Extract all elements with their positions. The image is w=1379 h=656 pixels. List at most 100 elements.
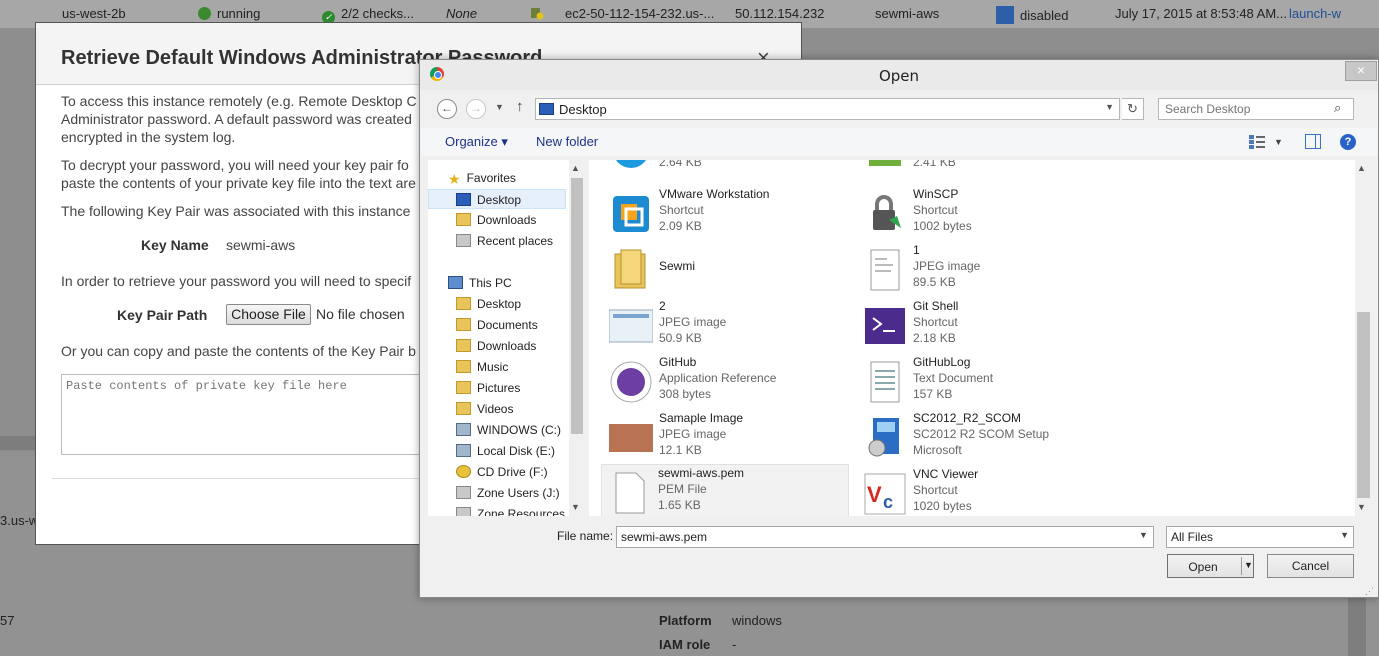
- file-item[interactable]: 2.41 KB: [857, 160, 1105, 176]
- preview-pane-icon[interactable]: [1305, 134, 1321, 149]
- desktop-icon: [456, 297, 471, 310]
- ip-cell: 50.112.154.232: [735, 6, 825, 21]
- chevron-down-icon[interactable]: ▼: [1105, 102, 1114, 112]
- address-bar[interactable]: Desktop ▼: [535, 98, 1120, 120]
- nav-item-desktop-pc[interactable]: Desktop: [456, 294, 521, 314]
- up-arrow-icon[interactable]: ↑: [516, 98, 524, 115]
- nav-item-zone-users-j[interactable]: Zone Users (J:): [456, 483, 560, 503]
- no-file-text: No file chosen: [316, 306, 405, 322]
- key-cell: sewmi-aws: [875, 6, 940, 21]
- open-file-dialog: Open × ← → ▼ ↑ Desktop ▼ ↻ ⌕ Organize ▾ …: [419, 59, 1379, 598]
- file-item-2[interactable]: 2 JPEG image 50.9 KB: [603, 298, 851, 352]
- navigation-pane[interactable]: ★ Favorites Desktop Downloads Recent plac…: [428, 160, 569, 516]
- key-pair-text: The following Key Pair was associated wi…: [61, 203, 411, 219]
- key-name-label: Key Name: [141, 237, 209, 253]
- back-icon[interactable]: ←: [437, 99, 457, 119]
- text-document-icon: [870, 361, 900, 403]
- file-item-winscp[interactable]: WinSCP Shortcut 1002 bytes: [857, 186, 1105, 240]
- search-input[interactable]: [1158, 98, 1354, 120]
- folder-icon: [456, 402, 471, 415]
- forward-icon[interactable]: →: [466, 99, 486, 119]
- scroll-up-icon[interactable]: ▲: [1357, 163, 1366, 173]
- launch-link[interactable]: launch-w: [1289, 6, 1341, 21]
- winscp-icon: [873, 195, 901, 230]
- github-icon: [610, 361, 652, 403]
- running-status-icon: [198, 7, 211, 20]
- file-item-1[interactable]: 1 JPEG image 89.5 KB: [857, 242, 1105, 296]
- nav-item-this-pc[interactable]: This PC: [448, 273, 512, 293]
- cd-icon: [456, 465, 471, 478]
- refresh-icon[interactable]: ↻: [1122, 98, 1144, 120]
- help-icon[interactable]: ?: [1340, 134, 1356, 150]
- nav-item-downloads[interactable]: Downloads: [456, 210, 536, 230]
- close-button[interactable]: ×: [1345, 61, 1377, 81]
- desktop-icon: [539, 103, 554, 115]
- choose-file-button[interactable]: Choose File: [226, 304, 311, 325]
- key-pair-path-label: Key Pair Path: [117, 307, 208, 323]
- git-shell-icon: [865, 308, 905, 344]
- alarm-cell: None: [446, 6, 478, 21]
- folder-icon: [456, 339, 471, 352]
- file-name-chevron-icon[interactable]: ▼: [1139, 530, 1148, 540]
- network-drive-icon: [456, 507, 471, 516]
- nav-scroll-thumb[interactable]: [571, 178, 583, 434]
- file-item[interactable]: 2.64 KB: [603, 160, 851, 176]
- nav-item-videos[interactable]: Videos: [456, 399, 513, 419]
- drive-icon: [456, 423, 471, 436]
- file-item-githublog[interactable]: GitHubLog Text Document 157 KB: [857, 354, 1105, 408]
- title-bar[interactable]: Open ×: [420, 60, 1378, 90]
- open-button[interactable]: Open ▼: [1167, 554, 1254, 578]
- scroll-up-icon[interactable]: ▲: [571, 163, 580, 173]
- vmware-icon: [613, 196, 649, 232]
- file-item-vmware[interactable]: VMware Workstation Shortcut 2.09 KB: [603, 186, 851, 240]
- view-options-icon[interactable]: [1249, 135, 1265, 149]
- folder-icon: [456, 360, 471, 373]
- resize-grip-icon[interactable]: ⋰: [1365, 586, 1374, 597]
- file-item-sewmi-folder[interactable]: Sewmi: [603, 242, 851, 296]
- file-item-github[interactable]: GitHub Application Reference 308 bytes: [603, 354, 851, 408]
- file-item-sewmi-aws-pem[interactable]: sewmi-aws.pem PEM File 1.65 KB: [601, 464, 849, 516]
- pc-icon: [448, 276, 463, 289]
- nav-item-documents[interactable]: Documents: [456, 315, 538, 335]
- nav-item-local-disk-e[interactable]: Local Disk (E:): [456, 441, 555, 461]
- file-list-scrollbar[interactable]: ▲ ▼: [1355, 160, 1372, 516]
- scroll-down-icon[interactable]: ▼: [571, 502, 580, 512]
- search-icon[interactable]: ⌕: [1334, 100, 1341, 116]
- intro-text: Administrator password. A default passwo…: [61, 111, 412, 127]
- open-options-chevron-icon[interactable]: ▼: [1244, 560, 1253, 570]
- file-list[interactable]: 2.64 KB 2.41 KB VMware Workstation Short…: [589, 160, 1355, 516]
- file-item-samaple-image[interactable]: Samaple Image JPEG image 12.1 KB: [603, 410, 851, 464]
- nav-scrollbar[interactable]: ▲ ▼: [569, 160, 585, 516]
- drive-icon: [456, 444, 471, 457]
- file-name-label: File name:: [557, 529, 614, 543]
- nav-item-recent-places[interactable]: Recent places: [456, 231, 553, 251]
- nav-item-zone-resources[interactable]: Zone Resources (: [456, 504, 569, 516]
- file-name-input[interactable]: [616, 526, 1154, 548]
- chevron-down-icon: ▼: [1340, 530, 1349, 540]
- file-type-select[interactable]: All Files ▼: [1166, 526, 1354, 548]
- file-item-scom[interactable]: SC2012_R2_SCOM SC2012 R2 SCOM Setup Micr…: [857, 410, 1105, 464]
- file-scroll-thumb[interactable]: [1357, 312, 1370, 498]
- paste-text: Or you can copy and paste the contents o…: [61, 343, 416, 359]
- cancel-button[interactable]: Cancel: [1267, 554, 1354, 578]
- retrieve-text: In order to retrieve your password you w…: [61, 273, 412, 289]
- organize-button[interactable]: Organize ▾: [445, 134, 508, 150]
- file-item-vnc-viewer[interactable]: Vc VNC Viewer Shortcut 1020 bytes: [857, 466, 1105, 516]
- state-cell: running: [198, 6, 260, 21]
- nav-item-pictures[interactable]: Pictures: [456, 378, 520, 398]
- nav-item-desktop[interactable]: Desktop: [428, 189, 566, 209]
- nav-item-music[interactable]: Music: [456, 357, 508, 377]
- launch-time-cell: July 17, 2015 at 8:53:48 AM...: [1115, 6, 1288, 21]
- nav-item-favorites[interactable]: ★ Favorites: [448, 168, 516, 188]
- new-folder-button[interactable]: New folder: [536, 134, 598, 149]
- nav-item-downloads-pc[interactable]: Downloads: [456, 336, 536, 356]
- scroll-down-icon[interactable]: ▼: [1357, 502, 1366, 512]
- file-item-git-shell[interactable]: Git Shell Shortcut 2.18 KB: [857, 298, 1105, 352]
- view-chevron-icon[interactable]: ▼: [1274, 137, 1283, 147]
- nav-item-windows-c[interactable]: WINDOWS (C:): [456, 420, 561, 440]
- decrypt-text: paste the contents of your private key f…: [61, 175, 416, 191]
- svg-text:c: c: [883, 492, 893, 512]
- recent-locations-chevron-icon[interactable]: ▼: [495, 102, 504, 112]
- star-icon: ★: [448, 171, 461, 187]
- nav-item-cd-drive-f[interactable]: CD Drive (F:): [456, 462, 548, 482]
